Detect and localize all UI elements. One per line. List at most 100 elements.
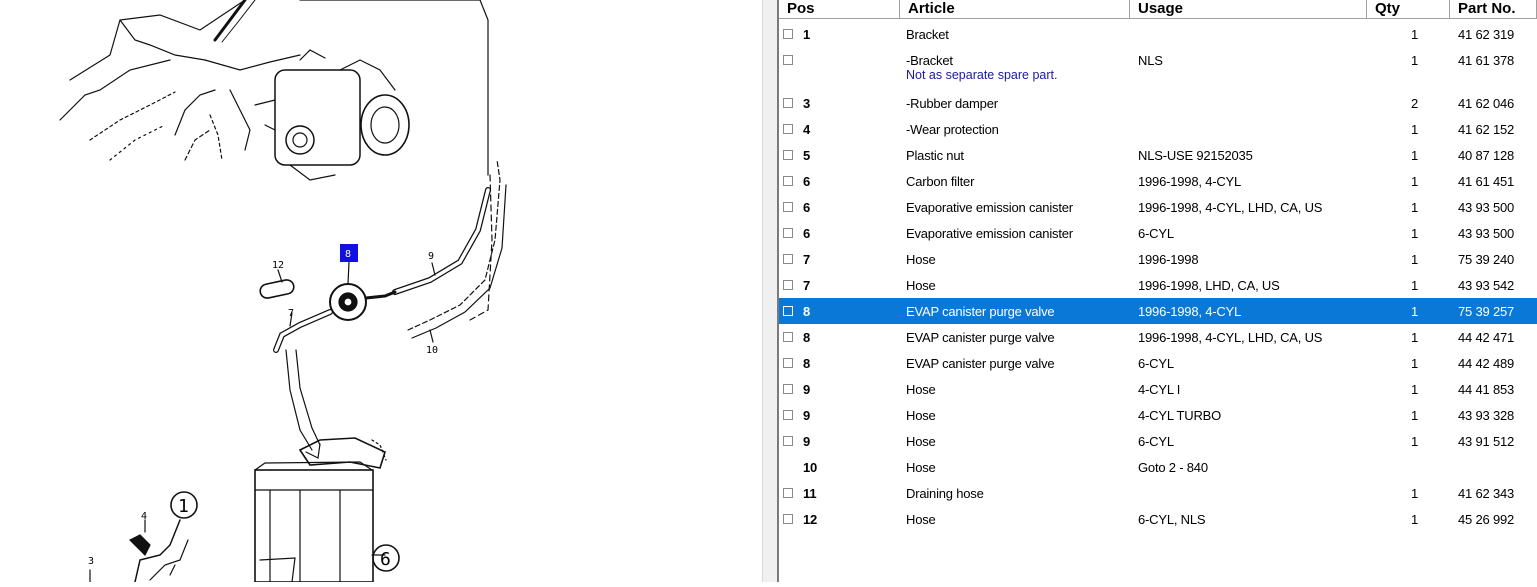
table-row[interactable]: 1 Bracket 1 41 62 319 (779, 21, 1537, 47)
cell-usage: Goto 2 - 840 (1138, 460, 1208, 475)
table-row[interactable]: 6 Carbon filter 1996-1998, 4-CYL 1 41 61 451 (779, 168, 1537, 194)
row-checkbox[interactable] (783, 176, 793, 186)
cell-article: EVAP canister purge valve (906, 356, 1055, 371)
cell-pos: 12 (803, 512, 818, 527)
cell-usage: 1996-1998, 4-CYL, LHD, CA, US (1138, 200, 1323, 215)
column-header-partno[interactable]: Part No. (1450, 0, 1537, 19)
row-checkbox[interactable] (783, 150, 793, 160)
row-checkbox[interactable] (783, 280, 793, 290)
row-checkbox[interactable] (783, 384, 793, 394)
cell-article: Hose (906, 434, 936, 449)
table-row[interactable]: 5 Plastic nut NLS-USE 92152035 1 40 87 128 (779, 142, 1537, 168)
cell-usage: 6-CYL (1138, 356, 1174, 371)
table-row[interactable]: 7 Hose 1996-1998 1 75 39 240 (779, 246, 1537, 272)
cell-qty: 1 (1411, 408, 1419, 423)
table-row[interactable]: 8 EVAP canister purge valve 1996-1998, 4-C… (779, 324, 1537, 350)
cell-article: -Rubber damper (906, 96, 998, 111)
label-8-highlighted: 8 (345, 249, 351, 260)
cell-qty: 1 (1411, 174, 1419, 189)
column-header-qty[interactable]: Qty (1367, 0, 1450, 19)
table-row[interactable]: 9 Hose 4-CYL TURBO 1 43 93 328 (779, 402, 1537, 428)
cell-pos: 1 (803, 27, 811, 42)
cell-pos: 8 (803, 304, 811, 319)
row-checkbox[interactable] (783, 436, 793, 446)
diagram-labels: 12 8 9 7 10 4 3 1 6 (88, 249, 438, 570)
cell-partno: 41 61 451 (1458, 174, 1515, 189)
cell-article: Hose (906, 382, 936, 397)
row-checkbox[interactable] (783, 29, 793, 39)
cell-article: Bracket (906, 27, 949, 42)
row-checkbox[interactable] (783, 202, 793, 212)
row-checkbox[interactable] (783, 514, 793, 524)
cell-partno: 43 93 500 (1458, 200, 1515, 215)
row-checkbox[interactable] (783, 358, 793, 368)
table-row[interactable]: 11 Draining hose 1 41 62 343 (779, 480, 1537, 506)
table-row[interactable]: 9 Hose 4-CYL I 1 44 41 853 (779, 376, 1537, 402)
cell-pos: 9 (803, 408, 811, 423)
cell-pos: 7 (803, 252, 811, 267)
cell-partno: 44 41 853 (1458, 382, 1515, 397)
cell-pos: 8 (803, 330, 811, 345)
cell-qty: 1 (1411, 382, 1419, 397)
cell-article: Plastic nut (906, 148, 964, 163)
row-checkbox[interactable] (783, 228, 793, 238)
cell-article: -Bracket (906, 53, 953, 68)
cell-usage: NLS-USE 92152035 (1138, 148, 1253, 163)
table-row[interactable]: 4 -Wear protection 1 41 62 152 (779, 116, 1537, 142)
cell-usage: 1996-1998, 4-CYL, LHD, CA, US (1138, 330, 1323, 345)
table-row-selected[interactable]: 8 EVAP canister purge valve 1996-1998, 4-C… (779, 298, 1537, 324)
pane-splitter[interactable] (762, 0, 777, 582)
cell-pos: 6 (803, 174, 811, 189)
cell-usage: 4-CYL I (1138, 382, 1181, 397)
cell-partno: 41 62 152 (1458, 122, 1515, 137)
row-checkbox[interactable] (783, 306, 793, 316)
table-row[interactable]: 9 Hose 6-CYL 1 43 91 512 (779, 428, 1537, 454)
cell-pos: 9 (803, 434, 811, 449)
parts-table: Pos Article Usage Qty Part No. 1 Bracket 1… (777, 0, 1537, 582)
row-checkbox[interactable] (783, 98, 793, 108)
exploded-parts-diagram[interactable]: 12 8 9 7 10 4 3 1 6 (0, 0, 762, 583)
table-row[interactable]: 12 Hose 6-CYL, NLS 1 45 26 992 (779, 506, 1537, 532)
cell-pos: 8 (803, 356, 811, 371)
cell-partno: 40 87 128 (1458, 148, 1515, 163)
table-row[interactable]: -Bracket NLS 1 41 61 378 Not as separate spa… (779, 47, 1537, 90)
cell-usage: 6-CYL (1138, 226, 1174, 241)
cell-qty: 1 (1411, 512, 1419, 527)
cell-partno: 45 26 992 (1458, 512, 1515, 527)
cell-article: Evaporative emission canister (906, 226, 1073, 241)
row-checkbox[interactable] (783, 332, 793, 342)
cell-pos: 3 (803, 96, 811, 111)
table-row[interactable]: 8 EVAP canister purge valve 6-CYL 1 44 42 48… (779, 350, 1537, 376)
cell-usage: 1996-1998, 4-CYL (1138, 304, 1242, 319)
cell-article: Hose (906, 278, 936, 293)
cell-qty: 1 (1411, 200, 1419, 215)
cell-usage: 6-CYL (1138, 434, 1174, 449)
cell-qty: 2 (1411, 96, 1419, 111)
table-row[interactable]: 7 Hose 1996-1998, LHD, CA, US 1 43 93 542 (779, 272, 1537, 298)
column-header-usage[interactable]: Usage (1130, 0, 1367, 19)
row-checkbox[interactable] (783, 410, 793, 420)
cell-partno: 43 91 512 (1458, 434, 1515, 449)
cell-article: EVAP canister purge valve (906, 330, 1055, 345)
row-checkbox[interactable] (783, 254, 793, 264)
column-header-article[interactable]: Article (900, 0, 1130, 19)
table-row[interactable]: 6 Evaporative emission canister 6-CYL 1 43 9… (779, 220, 1537, 246)
table-row[interactable]: 6 Evaporative emission canister 1996-1998,… (779, 194, 1537, 220)
cell-pos: 6 (803, 226, 811, 241)
cell-qty: 1 (1411, 27, 1419, 42)
label-9: 9 (428, 251, 434, 262)
column-header-pos[interactable]: Pos (779, 0, 900, 19)
row-checkbox[interactable] (783, 488, 793, 498)
row-checkbox[interactable] (783, 55, 793, 65)
cell-qty: 1 (1411, 122, 1419, 137)
cell-article: Draining hose (906, 486, 984, 501)
table-row[interactable]: 10 Hose Goto 2 - 840 (779, 454, 1537, 480)
table-row[interactable]: 3 -Rubber damper 2 41 62 046 (779, 90, 1537, 116)
row-note: Not as separate spare part. (906, 68, 1058, 82)
row-checkbox[interactable] (783, 124, 793, 134)
circled-label-1: 1 (178, 496, 189, 517)
cell-qty: 1 (1411, 278, 1419, 293)
cell-article: Hose (906, 460, 936, 475)
cell-article: Hose (906, 512, 936, 527)
label-7: 7 (288, 308, 294, 319)
